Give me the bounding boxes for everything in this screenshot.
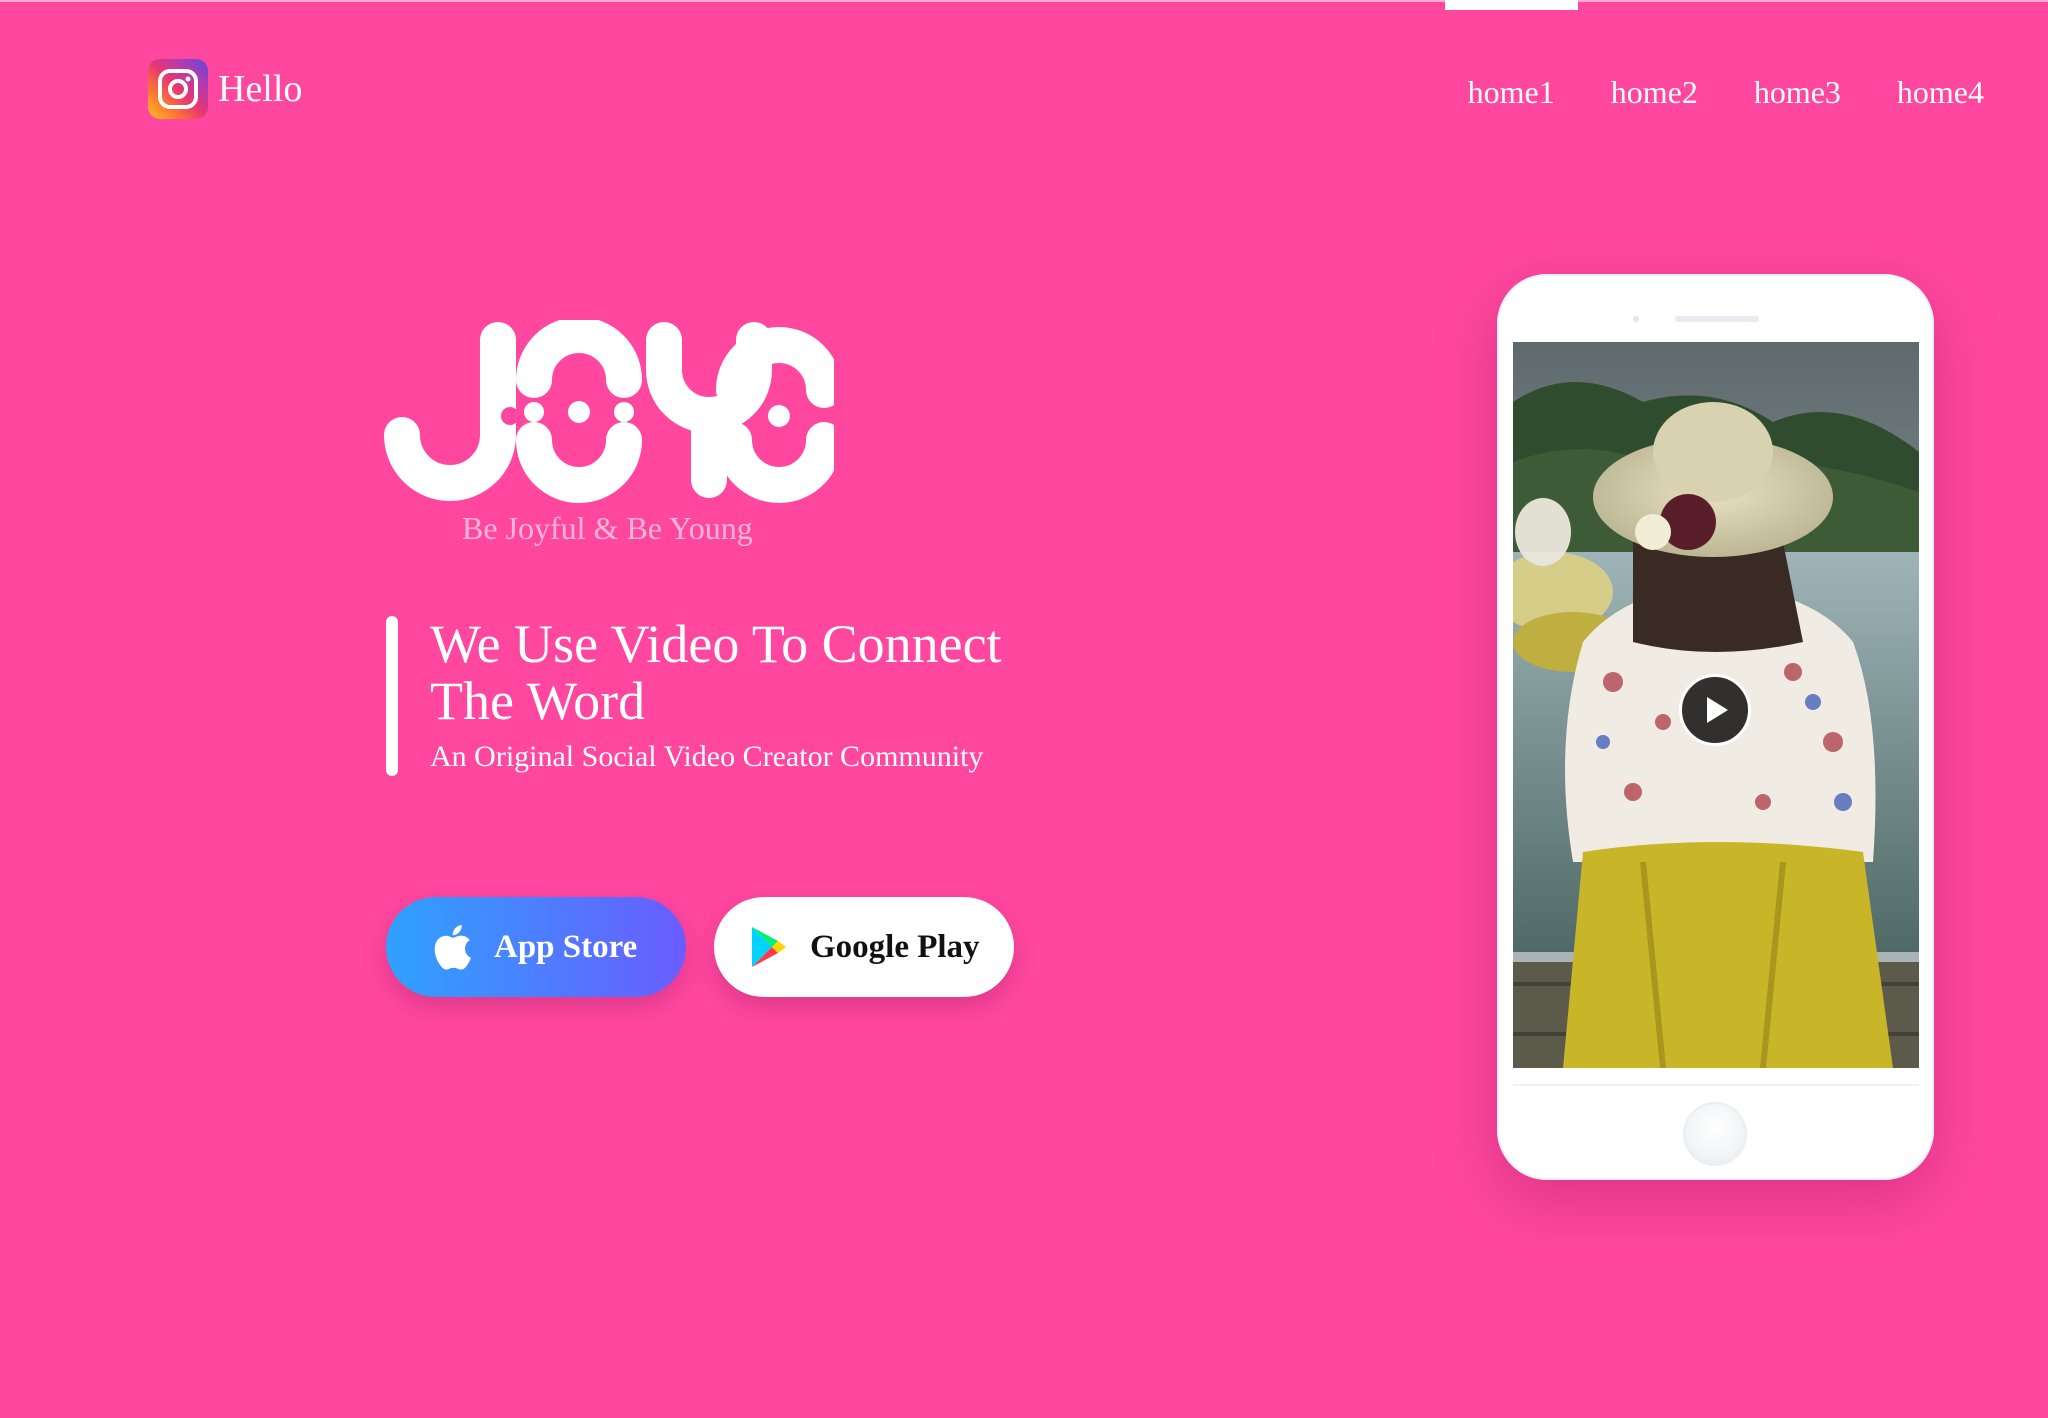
apple-icon: [432, 924, 472, 970]
video-preview[interactable]: [1513, 342, 1919, 1068]
nav-home4[interactable]: home4: [1897, 76, 1984, 108]
subheadline: An Original Social Video Creator Communi…: [430, 740, 984, 773]
instagram-icon: [148, 59, 208, 119]
top-border-line: [0, 0, 2048, 2]
brand-name: Hello: [218, 68, 303, 110]
app-store-button[interactable]: App Store: [386, 897, 686, 997]
nav-home1[interactable]: home1: [1468, 76, 1555, 108]
main-nav: home1 home2 home3 home4: [1468, 76, 1984, 108]
headline-accent-bar: [386, 616, 398, 776]
headline: We Use Video To Connect The Word: [430, 614, 1002, 731]
headline-block: We Use Video To Connect The Word An Orig…: [386, 614, 1050, 776]
phone-camera: [1633, 316, 1639, 322]
phone-mockup: [1497, 274, 1934, 1180]
google-play-icon: [750, 926, 788, 968]
brand[interactable]: Hello: [148, 58, 302, 120]
phone-home-button[interactable]: [1683, 1102, 1747, 1166]
joyo-logo: [384, 317, 842, 510]
app-store-label: App Store: [494, 928, 638, 965]
nav-home3[interactable]: home3: [1754, 76, 1841, 108]
nav-home2[interactable]: home2: [1611, 76, 1698, 108]
play-icon[interactable]: [1679, 674, 1751, 746]
google-play-label: Google Play: [810, 928, 980, 965]
phone-speaker: [1675, 316, 1759, 322]
tagline: Be Joyful & Be Young: [462, 510, 753, 546]
google-play-button[interactable]: Google Play: [714, 897, 1014, 997]
phone-divider: [1513, 1084, 1919, 1086]
active-nav-indicator: [1445, 0, 1578, 10]
